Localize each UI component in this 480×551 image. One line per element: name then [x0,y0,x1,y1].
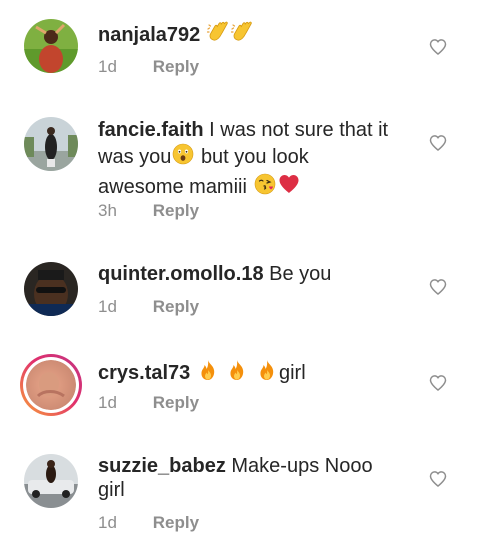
heart-outline-icon[interactable] [428,469,448,489]
comment-username[interactable]: fancie.faith [98,119,204,141]
avatar-story-ring[interactable] [20,354,82,416]
comment-username[interactable]: nanjala792 [98,24,200,46]
astonished-emoji-icon [171,142,195,172]
comment-time: 1d [98,297,117,316]
comment-username[interactable]: quinter.omollo.18 [98,263,264,285]
comment-text: fancie.faith I was not sure that it was … [98,118,398,202]
clap-emoji-icon [206,20,230,50]
comment-time: 3h [98,201,117,220]
reply-button[interactable]: Reply [153,297,199,316]
comment-text: nanjala792 [98,20,398,50]
comment-meta: 1d Reply [98,513,199,533]
heart-outline-icon[interactable] [428,277,448,297]
comment-time: 1d [98,57,117,76]
comment-meta: 1d Reply [98,393,199,413]
red-heart-emoji-icon [277,172,301,202]
comment-time: 1d [98,513,117,532]
fire-emoji-icon [225,358,249,388]
comment-meta: 1d Reply [98,297,199,317]
avatar[interactable] [24,19,78,73]
avatar[interactable] [24,117,78,171]
fire-emoji-icon [255,358,279,388]
comment-username[interactable]: crys.tal73 [98,362,190,384]
comment-text: suzzie_babez Make-ups Nooo girl [98,454,398,502]
heart-outline-icon[interactable] [428,37,448,57]
reply-button[interactable]: Reply [153,57,199,76]
heart-outline-icon[interactable] [428,133,448,153]
kiss-emoji-icon [253,172,277,202]
reply-button[interactable]: Reply [153,513,199,532]
avatar[interactable] [24,262,78,316]
avatar[interactable] [24,454,78,508]
fire-emoji-icon [196,358,220,388]
clap-emoji-icon [230,20,254,50]
reply-button[interactable]: Reply [153,201,199,220]
comment-time: 1d [98,393,117,412]
comment-body: girl [278,362,306,384]
heart-outline-icon[interactable] [428,373,448,393]
comment-body: Be you [269,263,332,285]
comment-username[interactable]: suzzie_babez [98,455,226,477]
comment-text: quinter.omollo.18 Be you [98,262,398,286]
comment-text: crys.tal73 girl [98,358,398,388]
comment-meta: 1d Reply [98,57,199,77]
comment-meta: 3h Reply [98,201,199,221]
reply-button[interactable]: Reply [153,393,199,412]
